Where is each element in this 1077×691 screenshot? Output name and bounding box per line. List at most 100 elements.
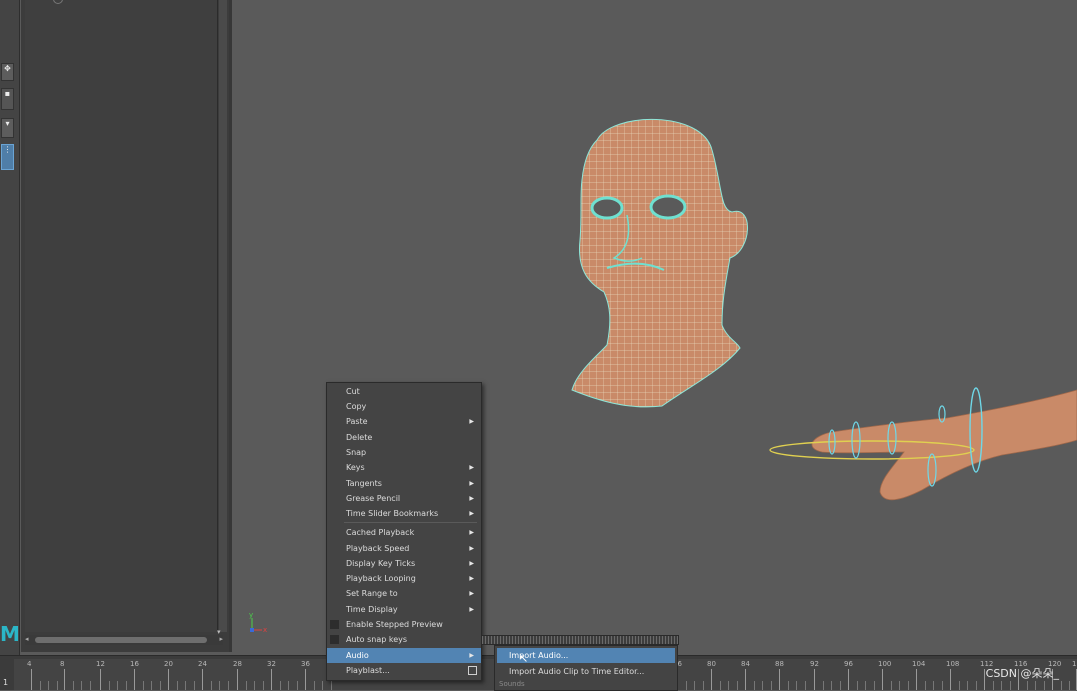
timeline-tick	[916, 669, 917, 690]
outliner-vertical-scrollbar[interactable]	[219, 0, 227, 632]
menu-item-label: Snap	[346, 448, 367, 457]
menu-item-label: Display Key Ticks	[346, 559, 416, 568]
menu-item-paste[interactable]: Paste ▶	[327, 414, 481, 429]
timeline-frame-number: 96	[844, 660, 853, 668]
scroll-right-icon[interactable]: ▸	[219, 635, 223, 643]
frame-start-label: 1	[3, 678, 9, 687]
submenu-item-label: Import Audio Clip to Time Editor...	[509, 667, 645, 676]
submenu-arrow-icon: ▶	[469, 495, 474, 502]
timeline-frame-number: 108	[946, 660, 960, 668]
menu-item-time-display[interactable]: Time Display ▶	[327, 602, 481, 617]
svg-text:y: y	[249, 611, 253, 619]
checkbox-icon[interactable]	[330, 635, 339, 644]
toolbox: ✥ ▪ ▾ ⋮ M	[0, 0, 20, 655]
menu-item-cut[interactable]: Cut	[327, 384, 481, 399]
head-mesh[interactable]	[571, 118, 748, 408]
maya-logo: M	[0, 622, 20, 646]
menu-item-label: Playback Speed	[346, 544, 410, 553]
hand-rig[interactable]	[769, 387, 1077, 501]
outliner-horizontal-scrollbar[interactable]: ◂ ▸	[25, 635, 223, 645]
timeline-tick	[305, 669, 306, 690]
menu-item-playback-speed[interactable]: Playback Speed ▶	[327, 541, 481, 556]
timeline-frame-number: 84	[741, 660, 750, 668]
timeline-tick	[711, 669, 712, 690]
option-box-icon[interactable]	[468, 666, 477, 675]
menu-item-cached-playback[interactable]: Cached Playback ▶	[327, 525, 481, 540]
menu-item-label: Auto snap keys	[346, 635, 408, 644]
scroll-left-icon[interactable]: ◂	[25, 635, 29, 643]
scrollbar-thumb[interactable]	[35, 637, 207, 643]
menu-item-label: Playback Looping	[346, 574, 416, 583]
svg-text:x: x	[263, 626, 267, 634]
menu-item-tangents[interactable]: Tangents ▶	[327, 476, 481, 491]
watermark: CSDN @朵朵_	[985, 667, 1059, 680]
timeline-tick	[31, 669, 32, 690]
timeline-tick	[202, 669, 203, 690]
checkbox-icon[interactable]	[330, 620, 339, 629]
menu-item-label: Paste	[346, 417, 368, 426]
menu-item-label: Cached Playback	[346, 528, 415, 537]
menu-item-enable-stepped-preview[interactable]: Enable Stepped Preview	[327, 617, 481, 632]
timeline-tick	[64, 669, 65, 690]
timeline-frame-number: 12	[96, 660, 105, 668]
menu-item-label: Time Slider Bookmarks	[346, 509, 439, 518]
menu-item-set-range-to[interactable]: Set Range to ▶	[327, 586, 481, 601]
menu-item-label: Enable Stepped Preview	[346, 620, 443, 629]
menu-item-display-key-ticks[interactable]: Display Key Ticks ▶	[327, 556, 481, 571]
submenu-arrow-icon: ▶	[469, 575, 474, 582]
menu-item-delete[interactable]: Delete	[327, 430, 481, 445]
timeline-tick	[100, 669, 101, 690]
timeline-frame-number: 100	[878, 660, 892, 668]
timeline-tick	[779, 669, 780, 690]
timeline-tick	[168, 669, 169, 690]
submenu-arrow-icon: ▶	[469, 529, 474, 536]
menu-item-snap[interactable]: Snap	[327, 445, 481, 460]
submenu-tear-off[interactable]	[481, 635, 679, 645]
time-slider-context-menu[interactable]: Cut Copy Paste ▶ Delete Snap Keys ▶ Tangents ▶ Gre…	[326, 382, 482, 681]
submenu-arrow-icon: ▶	[469, 590, 474, 597]
submenu-item-import-audio-clip-to-time-editor[interactable]: Import Audio Clip to Time Editor...	[497, 664, 675, 679]
timeline-frame-number: 4	[27, 660, 32, 668]
timeline-tick	[950, 669, 951, 690]
menu-item-copy[interactable]: Copy	[327, 399, 481, 414]
mouse-cursor-icon: ↖	[519, 652, 529, 665]
menu-item-playback-looping[interactable]: Playback Looping ▶	[327, 571, 481, 586]
menu-item-label: Tangents	[346, 479, 382, 488]
timeline-frame-number: 16	[130, 660, 139, 668]
submenu-arrow-icon: ▶	[469, 418, 474, 425]
timeline-tick	[134, 669, 135, 690]
outliner-item-icon	[53, 0, 63, 4]
menu-item-audio[interactable]: Audio ▶	[327, 648, 481, 663]
menu-item-label: Cut	[346, 387, 360, 396]
menu-separator	[344, 522, 477, 523]
timeline-tick	[271, 669, 272, 690]
submenu-arrow-icon: ▶	[469, 652, 474, 659]
menu-item-time-slider-bookmarks[interactable]: Time Slider Bookmarks ▶	[327, 506, 481, 521]
scroll-down-icon[interactable]: ▾	[217, 628, 221, 636]
submenu-arrow-icon: ▶	[469, 480, 474, 487]
axis-gizmo: y x	[249, 611, 267, 634]
list-icon[interactable]: ⋮	[1, 144, 14, 170]
audio-submenu[interactable]: Import Audio... Import Audio Clip to Time…	[494, 645, 678, 691]
timeline-frame-number: 24	[198, 660, 207, 668]
snap-icon[interactable]: ▪	[1, 88, 14, 110]
dropdown-icon[interactable]: ▾	[1, 118, 14, 138]
submenu-arrow-icon: ▶	[469, 545, 474, 552]
menu-item-label: Set Range to	[346, 589, 398, 598]
move-tool-icon[interactable]: ✥	[1, 63, 14, 81]
menu-item-auto-snap-keys[interactable]: Auto snap keys	[327, 632, 481, 647]
outliner-list[interactable]	[25, 0, 218, 632]
submenu-item-label: Import Audio...	[509, 651, 569, 660]
timeline-frame-number: 88	[775, 660, 784, 668]
menu-item-playblast[interactable]: Playblast...	[327, 663, 481, 678]
menu-item-keys[interactable]: Keys ▶	[327, 460, 481, 475]
timeline-tick	[745, 669, 746, 690]
timeline-tick	[814, 669, 815, 690]
timeline-tick	[237, 669, 238, 690]
menu-item-label: Audio	[346, 651, 369, 660]
timeline-frame-number: 36	[301, 660, 310, 668]
menu-item-grease-pencil[interactable]: Grease Pencil ▶	[327, 491, 481, 506]
outliner-panel: ◂ ▸ ▾	[21, 0, 229, 652]
submenu-arrow-icon: ▶	[469, 464, 474, 471]
timeline-frame-number: 8	[60, 660, 65, 668]
